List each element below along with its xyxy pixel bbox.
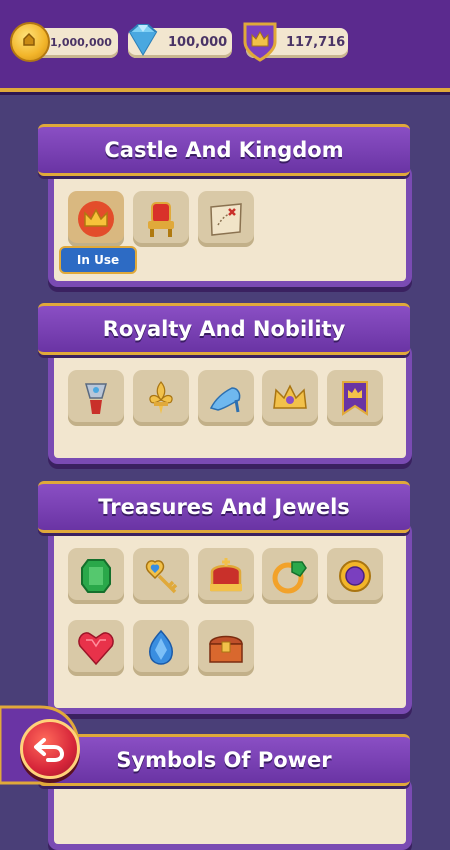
royal-crown-item[interactable] — [198, 548, 254, 604]
crown-counter[interactable]: 117,716 — [243, 22, 348, 62]
crown-amount: 117,716 — [286, 35, 346, 50]
trophy-item[interactable] — [68, 370, 124, 426]
crown-shield-icon — [243, 22, 277, 62]
sapphire-icon — [149, 629, 173, 665]
gem-counter[interactable]: 100,000 — [128, 24, 232, 58]
treasure-chest-icon — [209, 635, 243, 663]
fleur-de-lis-icon — [149, 381, 173, 414]
crown-item[interactable] — [68, 191, 124, 247]
treasure-map-item[interactable] — [198, 191, 254, 247]
fleur-de-lis-item[interactable] — [133, 370, 189, 426]
back-button[interactable] — [0, 705, 80, 785]
throne-item[interactable] — [133, 191, 189, 247]
treasure-chest-item[interactable] — [198, 620, 254, 676]
diamond-icon — [128, 24, 158, 56]
category-title: Treasures And Jewels — [98, 495, 350, 519]
treasures-jewels-banner: Treasures And Jewels — [38, 481, 410, 533]
coin-amount: 1,000,000 — [50, 36, 112, 49]
heart-key-item[interactable] — [133, 548, 189, 604]
emerald-item[interactable] — [68, 548, 124, 604]
sapphire-item[interactable] — [133, 620, 189, 676]
emerald-icon — [81, 559, 111, 593]
heart-key-icon — [145, 560, 178, 594]
category-title: Royalty And Nobility — [102, 317, 346, 341]
crown-icon — [78, 201, 114, 237]
gem-amount: 100,000 — [168, 35, 228, 50]
banner-item[interactable] — [327, 370, 383, 426]
royal-crown-icon — [210, 558, 242, 592]
treasure-map-icon — [210, 203, 242, 236]
ruby-heart-item[interactable] — [68, 620, 124, 676]
jeweled-crown-item[interactable] — [262, 370, 318, 426]
amethyst-ring-item[interactable] — [327, 548, 383, 604]
coin-counter[interactable]: 1,000,000 — [10, 22, 118, 62]
return-arrow-icon — [34, 738, 65, 762]
symbols-power-banner: Symbols Of Power — [38, 734, 410, 786]
glass-slipper-item[interactable] — [198, 370, 254, 426]
jeweled-crown-icon — [273, 384, 307, 409]
category-title: Symbols Of Power — [116, 748, 332, 772]
amethyst-ring-icon — [339, 560, 371, 592]
throne-icon — [148, 202, 174, 237]
gold-ring-icon — [272, 561, 307, 594]
currency-bar: 1,000,000 100,000 117,716 — [0, 0, 450, 92]
banner-icon — [342, 381, 368, 416]
back-circle — [20, 719, 80, 779]
ruby-heart-icon — [78, 632, 114, 666]
trophy-icon — [85, 383, 107, 414]
gold-ring-item[interactable] — [262, 548, 318, 604]
symbols-power-panel — [48, 778, 412, 850]
glass-slipper-icon — [209, 387, 241, 413]
category-title: Castle And Kingdom — [104, 138, 344, 162]
royalty-nobility-banner: Royalty And Nobility — [38, 303, 410, 355]
coin-icon — [10, 22, 50, 62]
in-use-badge: In Use — [59, 246, 137, 274]
castle-kingdom-banner: Castle And Kingdom — [38, 124, 410, 176]
